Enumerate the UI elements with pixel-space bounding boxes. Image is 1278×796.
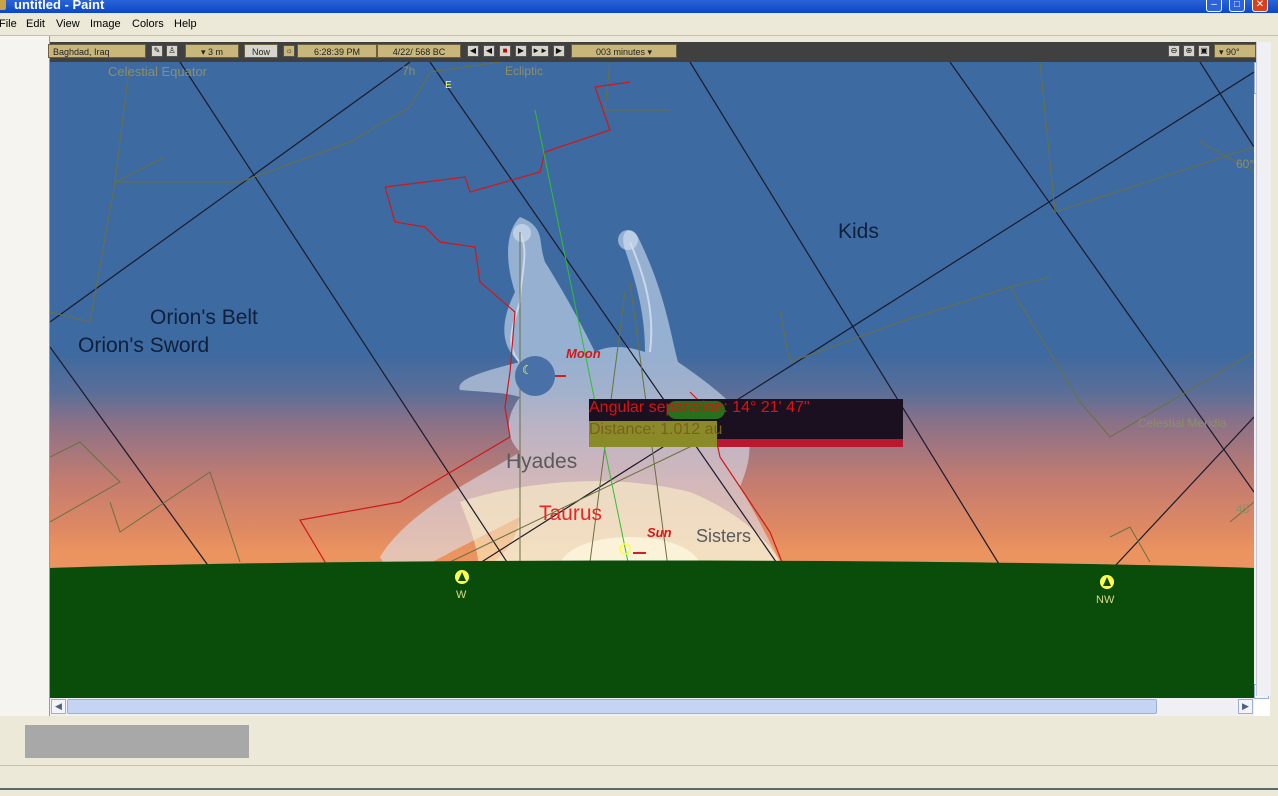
minimize-button[interactable]: – — [1206, 0, 1222, 12]
sun-label[interactable]: Sun — [647, 525, 672, 540]
moon-label[interactable]: Moon — [566, 346, 601, 361]
time-field[interactable]: 6:28:39 PM — [297, 44, 377, 58]
date-field[interactable]: 4/22/ 568 BC — [377, 44, 461, 58]
reverse-icon[interactable]: ◀ — [483, 45, 495, 57]
hyades-label: Hyades — [506, 450, 578, 473]
zoom-box-icon[interactable]: ▣ — [1198, 45, 1210, 57]
bottom-border — [0, 788, 1278, 790]
status-area — [0, 716, 1278, 796]
sisters-label: Sisters — [696, 526, 752, 546]
step-back-icon[interactable]: ◀ — [467, 45, 479, 57]
moon-disc — [515, 356, 555, 396]
edit-location-icon[interactable]: ✎ — [151, 45, 163, 57]
sky-chart: ☾ — [50, 62, 1254, 698]
horizontal-scrollbar[interactable]: ◀ ▶ — [50, 698, 1254, 716]
ground — [50, 560, 1254, 698]
kids-label: Kids — [838, 220, 879, 243]
compass-w-label: W — [456, 589, 467, 601]
sun-time-icon: ☼ — [283, 45, 295, 57]
scroll-thumb-horizontal[interactable] — [67, 699, 1157, 714]
ecliptic-marker: E — [445, 80, 452, 91]
step-forward-icon[interactable]: ▶ — [553, 45, 565, 57]
window-title: untitled - Paint — [14, 0, 105, 12]
orions-belt-label: Orion's Belt — [150, 306, 258, 329]
readout-bar — [717, 439, 903, 447]
celestial-meridian-label: Celestial Meridia — [1138, 416, 1227, 430]
scroll-left-arrow[interactable]: ◀ — [51, 699, 66, 714]
taurus-boundary — [384, 81, 631, 193]
person-icon[interactable]: ♙ — [166, 45, 178, 57]
altitude-60-label: 60° — [1236, 157, 1254, 171]
play-icon[interactable]: ▶ — [515, 45, 527, 57]
time-flow-select[interactable]: 003 minutes ▾ — [571, 44, 677, 58]
now-button[interactable]: Now — [244, 44, 278, 58]
planetarium-toolbar: Baghdad, Iraq ✎ ♙ ▾ 3 m Now ☼ 6:28:39 PM… — [48, 42, 1270, 62]
scroll-right-arrow[interactable]: ▶ — [1238, 699, 1253, 714]
status-bar — [0, 765, 1278, 786]
separation-readout: Angular separation: 14° 21' 47" Distance… — [589, 399, 903, 447]
menu-help[interactable]: Help — [174, 18, 197, 30]
menu-view[interactable]: View — [56, 18, 80, 30]
maximize-button[interactable]: □ — [1229, 0, 1245, 12]
angular-separation-text: Angular separation: 14° 21' 47" — [589, 399, 810, 416]
menu-edit[interactable]: Edit — [26, 18, 45, 30]
ecliptic-label: Ecliptic — [505, 64, 544, 78]
color-box[interactable] — [25, 725, 249, 758]
zoom-in-icon[interactable]: ⊕ — [1183, 45, 1195, 57]
canvas-image[interactable]: Baghdad, Iraq ✎ ♙ ▾ 3 m Now ☼ 6:28:39 PM… — [48, 42, 1270, 716]
compass-nw-marker — [1100, 575, 1114, 589]
fov-select[interactable]: ▾ 90° — [1214, 44, 1256, 58]
celestial-equator-label: Celestial Equator — [108, 64, 207, 79]
compass-nw-label: NW — [1096, 594, 1115, 606]
altitude-45-label: 45 — [1236, 502, 1250, 516]
sky-view[interactable]: ☾ Celestial Equator 7h Ecliptic E Kids O… — [50, 62, 1254, 698]
svg-text:☾: ☾ — [522, 363, 533, 377]
menu-image[interactable]: Image — [90, 18, 121, 30]
timestep-select[interactable]: ▾ 3 m — [185, 44, 239, 58]
ecliptic-tick-label: 7h — [402, 64, 416, 78]
compass-w-marker — [455, 570, 469, 584]
paint-app-icon — [0, 0, 6, 10]
stop-icon[interactable]: ■ — [499, 45, 511, 57]
distance-text: Distance: 1.012 au — [589, 421, 723, 438]
taurus-label: Taurus — [539, 502, 603, 525]
menu-bar: File Edit View Image Colors Help — [0, 13, 1278, 36]
fast-forward-icon[interactable]: ►► — [531, 45, 549, 57]
zoom-out-icon[interactable]: ⊖ — [1168, 45, 1180, 57]
close-button[interactable]: ✕ — [1252, 0, 1268, 12]
menu-colors[interactable]: Colors — [132, 18, 164, 30]
orions-sword-label: Orion's Sword — [78, 334, 210, 357]
menu-file[interactable]: File — [0, 18, 17, 30]
title-bar: untitled - Paint – □ ✕ — [0, 0, 1278, 13]
location-field[interactable]: Baghdad, Iraq — [48, 44, 146, 58]
paint-vertical-scrollbar[interactable] — [1256, 42, 1271, 696]
tool-pane — [0, 36, 50, 716]
